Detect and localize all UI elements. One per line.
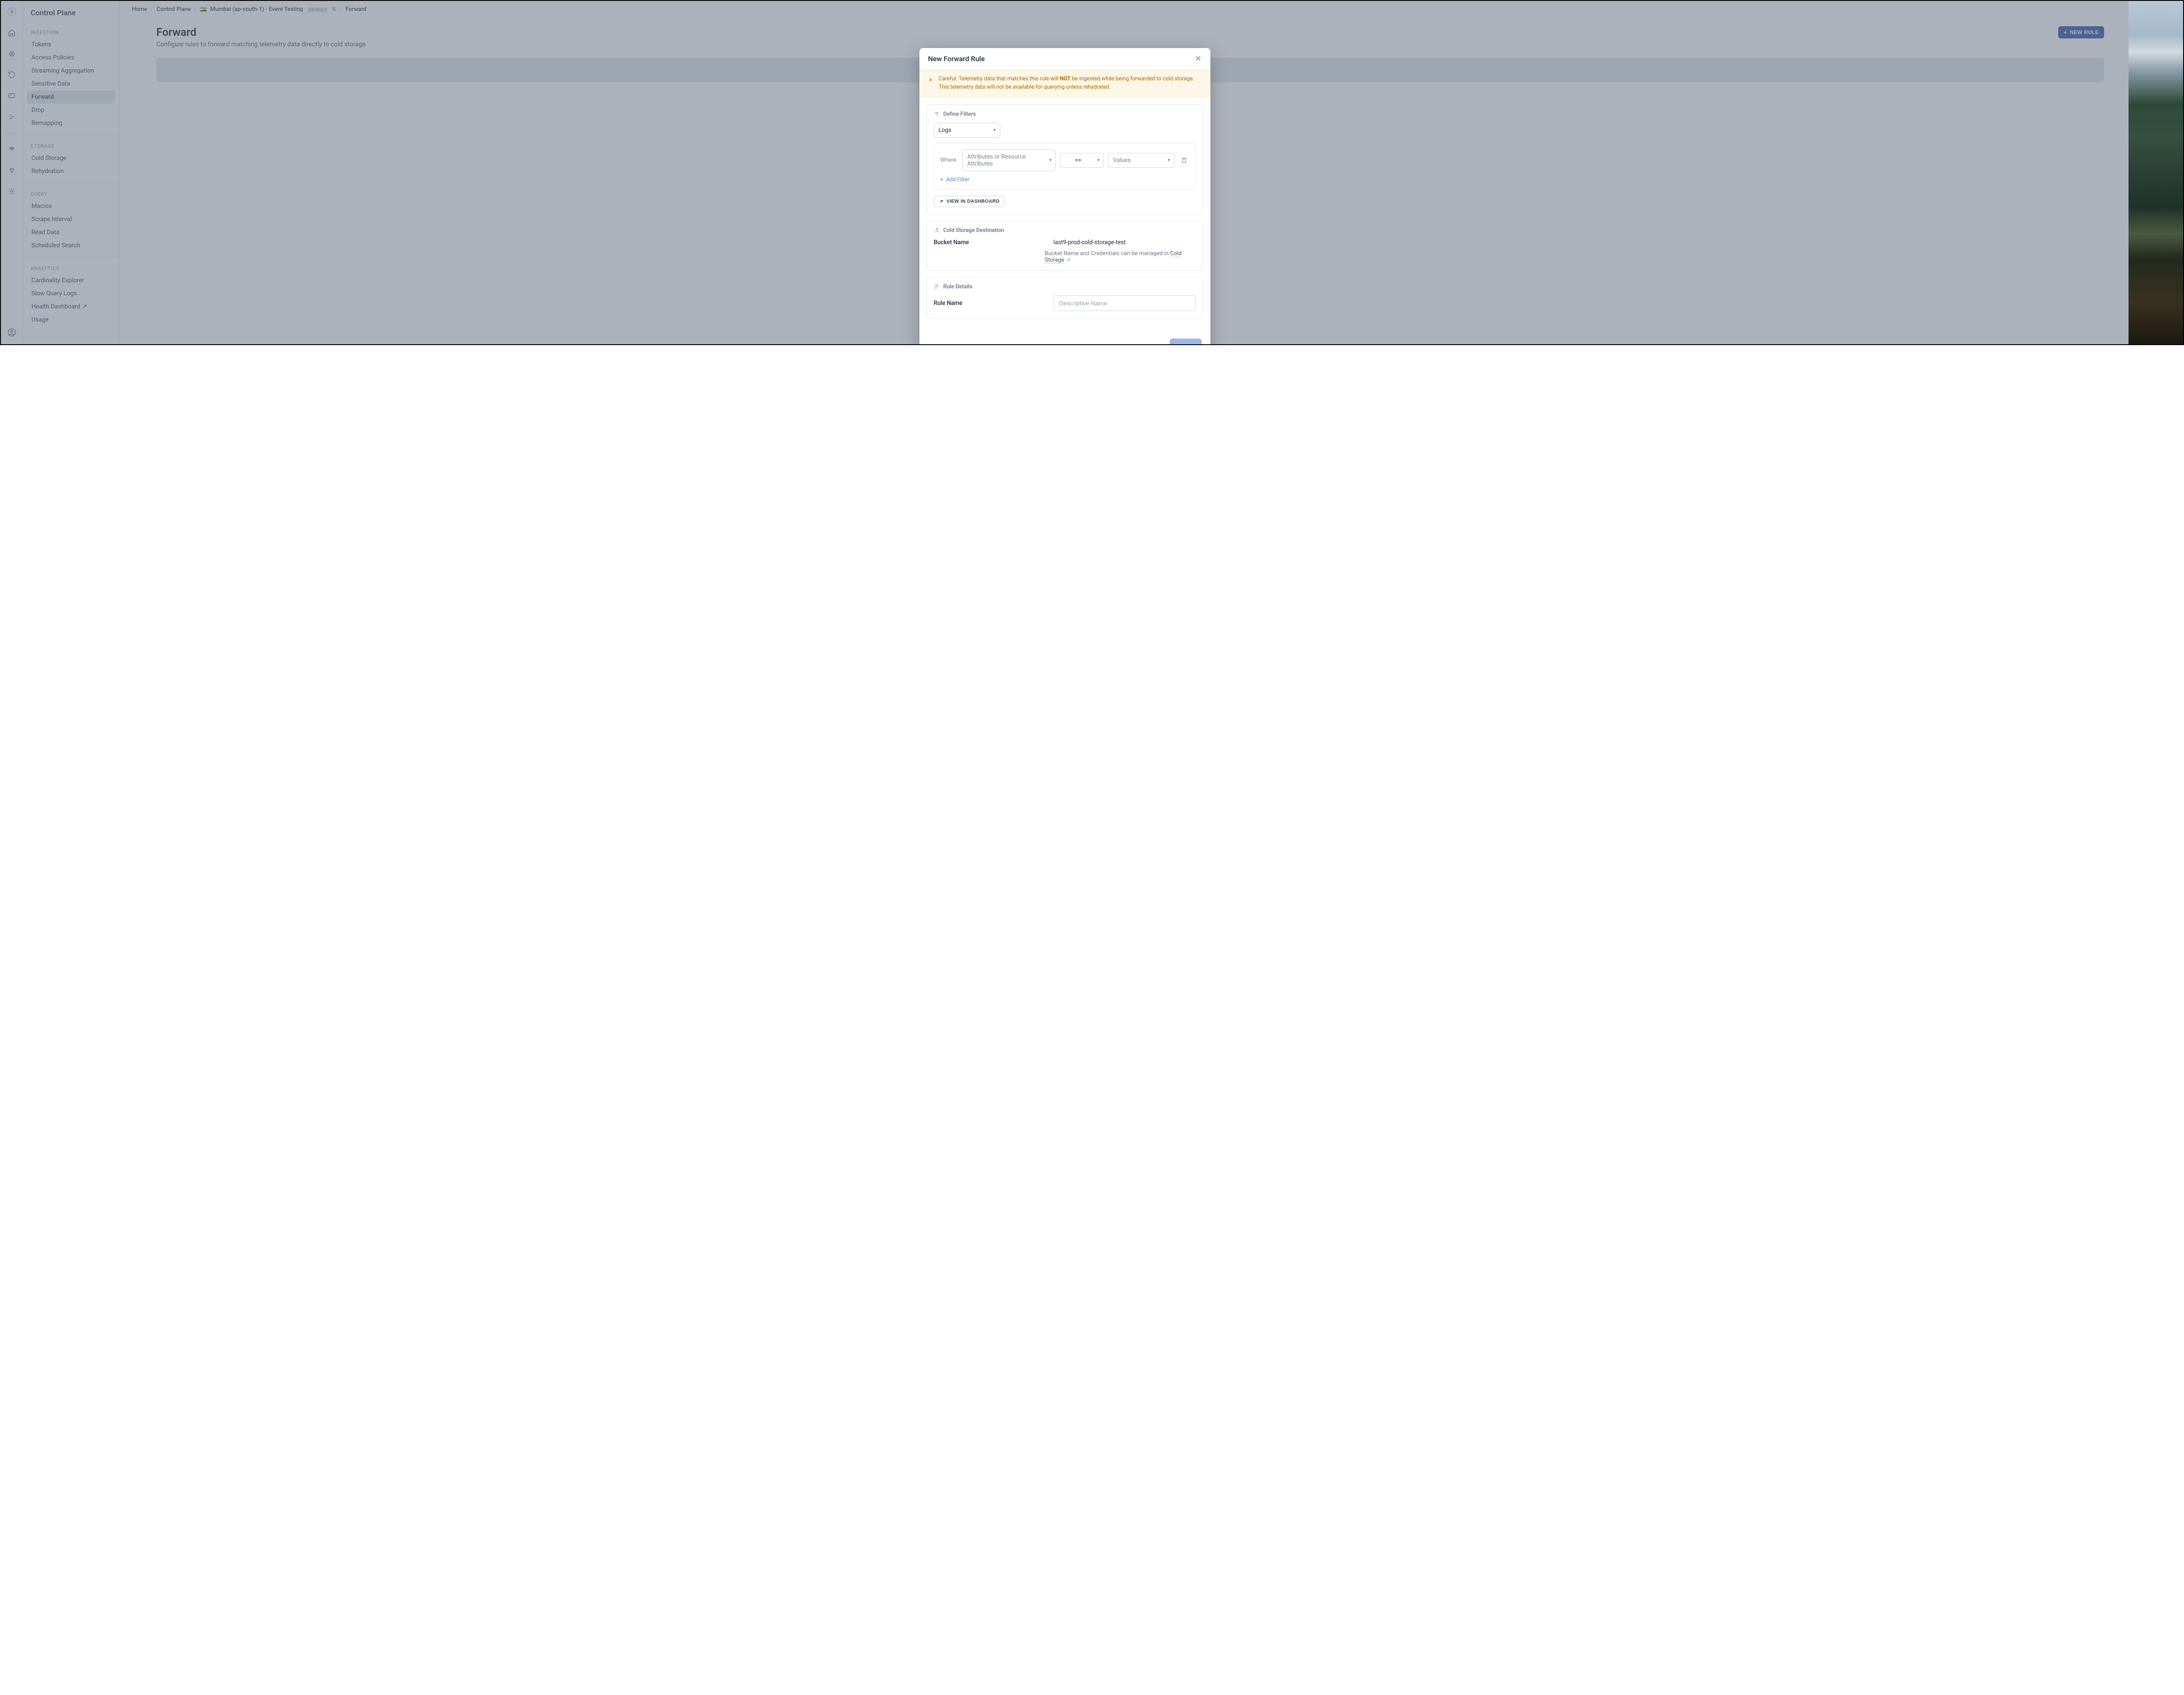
section-label-storage: STORAGE xyxy=(27,139,115,152)
sidebar-item-rehydration[interactable]: Rehydration xyxy=(27,165,115,178)
default-badge: DEFAULT xyxy=(307,7,328,13)
logo-icon[interactable]: 9 xyxy=(6,6,17,17)
sidebar-item-slow-query-logs[interactable]: Slow Query Logs xyxy=(27,287,115,300)
selector-updown-icon[interactable]: ⇅ xyxy=(332,6,336,12)
new-rule-button[interactable]: + NEW RULE xyxy=(2058,26,2104,38)
sidebar-item-forward[interactable]: Forward xyxy=(27,90,115,104)
operator-select[interactable]: == ▾ xyxy=(1060,153,1104,168)
sidebar-title: Control Plane xyxy=(27,7,115,25)
breadcrumb: Home / Control Plane / Mumbai (ap-south-… xyxy=(120,1,2129,18)
flow-icon[interactable] xyxy=(6,111,17,122)
icon-rail: 9 xyxy=(1,1,23,344)
sidebar-item-streaming-aggregation[interactable]: Streaming Aggregation xyxy=(27,64,115,77)
modal-title: New Forward Rule xyxy=(928,55,985,63)
plug-icon[interactable] xyxy=(6,165,17,176)
card-icon[interactable] xyxy=(6,90,17,101)
desktop-wallpaper xyxy=(2129,1,2183,344)
filter-box: Where Attributes or Resource Attributes … xyxy=(934,143,1196,190)
gear-icon[interactable] xyxy=(6,186,17,197)
avatar-icon[interactable] xyxy=(6,327,17,338)
warning-icon: ▲ xyxy=(928,76,933,84)
person-up-icon xyxy=(934,227,940,233)
dest-heading: Cold Storage Destination xyxy=(943,227,1004,234)
section-label-ingestion: INGESTION xyxy=(27,25,115,38)
refresh-icon[interactable] xyxy=(6,69,17,80)
sidebar: Control Plane INGESTION Tokens Access Po… xyxy=(23,1,120,344)
filters-heading: Define Filters xyxy=(943,111,976,118)
breadcrumb-home[interactable]: Home xyxy=(132,6,147,13)
attribute-select[interactable]: Attributes or Resource Attributes ▾ xyxy=(962,149,1056,171)
chevron-down-icon: ▾ xyxy=(1049,158,1051,163)
chevron-down-icon: ▾ xyxy=(1168,158,1170,163)
sidebar-item-sensitive-data[interactable]: Sensitive Data xyxy=(27,77,115,90)
details-heading: Rule Details xyxy=(943,284,973,290)
section-label-analytics: ANALYTICS xyxy=(27,261,115,274)
where-label: Where xyxy=(940,157,957,163)
chevron-down-icon: ▾ xyxy=(993,128,995,132)
breadcrumb-current: Forward xyxy=(346,6,366,13)
sidebar-item-scrape-interval[interactable]: Scrape Interval xyxy=(27,213,115,226)
trash-icon[interactable] xyxy=(1179,155,1189,166)
external-link-icon xyxy=(939,199,944,204)
breadcrumb-region[interactable]: Mumbai (ap-south-1) - Event Testing DEFA… xyxy=(200,6,336,13)
sidebar-item-scheduled-search[interactable]: Scheduled Search xyxy=(27,239,115,252)
sidebar-item-tokens[interactable]: Tokens xyxy=(27,38,115,51)
plus-icon: + xyxy=(2063,29,2067,35)
add-filter-button[interactable]: + Add Filter xyxy=(940,176,1189,183)
plus-icon: + xyxy=(940,176,943,183)
close-icon[interactable]: ✕ xyxy=(1195,54,1201,63)
india-flag-icon xyxy=(200,7,207,12)
sidebar-item-usage[interactable]: Usage xyxy=(27,313,115,326)
breadcrumb-control-plane[interactable]: Control Plane xyxy=(156,6,191,13)
sidebar-item-remapping[interactable]: Remapping xyxy=(27,117,115,130)
sidebar-item-cardinality-explorer[interactable]: Cardinality Explorer xyxy=(27,274,115,287)
value-select[interactable]: Values ▾ xyxy=(1108,153,1174,168)
sidebar-item-read-data[interactable]: Read Data xyxy=(27,226,115,239)
list-icon xyxy=(934,284,940,290)
rule-name-input[interactable] xyxy=(1054,295,1196,311)
antenna-icon[interactable] xyxy=(6,144,17,155)
filter-icon xyxy=(934,111,940,117)
sidebar-item-health-dashboard[interactable]: Health Dashboard ↗ xyxy=(27,300,115,313)
bucket-name-label: Bucket Name xyxy=(934,239,1043,246)
define-filters-card: Define Filters Logs ▾ Where Attributes o… xyxy=(926,104,1203,214)
gear-outline-icon[interactable] xyxy=(6,48,17,59)
sidebar-item-macros[interactable]: Macros xyxy=(27,200,115,213)
sidebar-item-cold-storage[interactable]: Cold Storage xyxy=(27,152,115,165)
page-subtitle: Configure rules to forward matching tele… xyxy=(156,41,367,48)
cold-storage-destination-card: Cold Storage Destination Bucket Name las… xyxy=(926,221,1203,271)
home-icon[interactable] xyxy=(6,27,17,38)
warning-alert: ▲ Careful: Telemetry data that matches t… xyxy=(919,69,1210,97)
page-title: Forward xyxy=(156,26,367,39)
section-label-query: QUERY xyxy=(27,187,115,200)
external-link-icon: ↗ xyxy=(1065,257,1071,263)
save-button[interactable]: SAVE xyxy=(1170,339,1201,346)
new-forward-rule-modal: New Forward Rule ✕ ▲ Careful: Telemetry … xyxy=(919,48,1210,345)
sidebar-item-drop[interactable]: Drop xyxy=(27,104,115,117)
sidebar-item-access-policies[interactable]: Access Policies xyxy=(27,51,115,64)
view-in-dashboard-button[interactable]: VIEW IN DASHBOARD xyxy=(934,196,1005,207)
chevron-down-icon: ▾ xyxy=(1097,158,1099,163)
bucket-name-value: last9-prod-cold-storage-test xyxy=(1054,239,1126,246)
telemetry-type-select[interactable]: Logs ▾ xyxy=(934,123,1000,138)
rule-details-card: Rule Details Rule Name xyxy=(926,277,1203,318)
rule-name-label: Rule Name xyxy=(934,300,1043,307)
svg-text:9: 9 xyxy=(10,9,13,15)
